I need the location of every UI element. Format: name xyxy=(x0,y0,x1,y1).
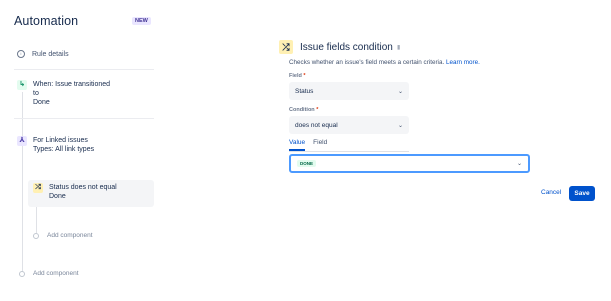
condition-select-value: does not equal xyxy=(295,121,338,129)
add-component-outer[interactable]: Add component xyxy=(19,270,79,277)
add-dot-icon xyxy=(33,232,39,239)
condition-select[interactable]: does not equal ⌄ xyxy=(289,116,409,134)
condition-step-content[interactable]: ⤮ Status does not equal Done xyxy=(33,183,117,201)
divider xyxy=(14,118,154,119)
trigger-to: to xyxy=(33,90,39,97)
field-select-value: Status xyxy=(295,87,314,95)
condition-value: Done xyxy=(49,193,66,200)
add-component-inner[interactable]: Add component xyxy=(33,232,93,239)
trigger-status: Done xyxy=(33,99,50,106)
add-component-label: Add component xyxy=(33,270,79,277)
branch-title: For Linked issues xyxy=(33,137,88,144)
condition-label-text: Condition xyxy=(289,107,315,113)
chevron-down-icon: ⌄ xyxy=(397,88,403,95)
cancel-button[interactable]: Cancel xyxy=(541,189,561,196)
field-label-text: Field xyxy=(289,73,302,79)
trigger-step[interactable]: ↳ When: Issue transitioned to Done xyxy=(17,80,110,107)
condition-title: Status does not equal xyxy=(49,184,117,191)
add-dot-icon xyxy=(19,270,25,277)
rule-details-item[interactable]: i Rule details xyxy=(17,50,69,58)
trash-icon[interactable]: ▮ xyxy=(397,44,400,51)
divider xyxy=(14,69,154,70)
value-tabs: Value Field xyxy=(289,139,409,152)
tab-value[interactable]: Value xyxy=(289,139,306,151)
shuffle-icon: ⤮ xyxy=(33,183,43,193)
add-component-label: Add component xyxy=(47,232,93,239)
page-title: Automation xyxy=(14,14,79,28)
panel-title: Issue fields condition xyxy=(300,42,393,53)
transition-icon: ↳ xyxy=(17,80,27,90)
status-lozenge: DONE xyxy=(297,160,317,167)
field-select[interactable]: Status ⌄ xyxy=(289,82,409,100)
tab-field[interactable]: Field xyxy=(313,139,327,151)
field-label: Field * xyxy=(289,73,306,79)
shuffle-icon: ⤮ xyxy=(279,40,293,54)
description-text: Checks whether an issue's field meets a … xyxy=(289,59,445,66)
branch-rail xyxy=(36,207,37,233)
condition-label: Condition * xyxy=(289,107,318,113)
flow-rail xyxy=(22,92,23,272)
branch-icon: ⅄ xyxy=(17,136,27,146)
new-badge: NEW xyxy=(132,17,151,25)
required-mark: * xyxy=(316,107,319,113)
rule-details-label: Rule details xyxy=(32,50,69,58)
chevron-down-icon: ⌄ xyxy=(397,122,403,129)
info-icon: i xyxy=(17,50,25,58)
panel-description: Checks whether an issue's field meets a … xyxy=(289,59,480,66)
branch-types: Types: All link types xyxy=(33,146,95,153)
required-mark: * xyxy=(303,73,306,79)
save-button[interactable]: Save xyxy=(569,186,595,201)
learn-more-link[interactable]: Learn more. xyxy=(446,59,480,66)
branch-step[interactable]: ⅄ For Linked issues Types: All link type… xyxy=(17,136,94,154)
value-select[interactable]: DONE ⌄ xyxy=(289,154,530,173)
trigger-title: When: Issue transitioned xyxy=(33,81,111,88)
chevron-down-icon: ⌄ xyxy=(516,161,522,167)
